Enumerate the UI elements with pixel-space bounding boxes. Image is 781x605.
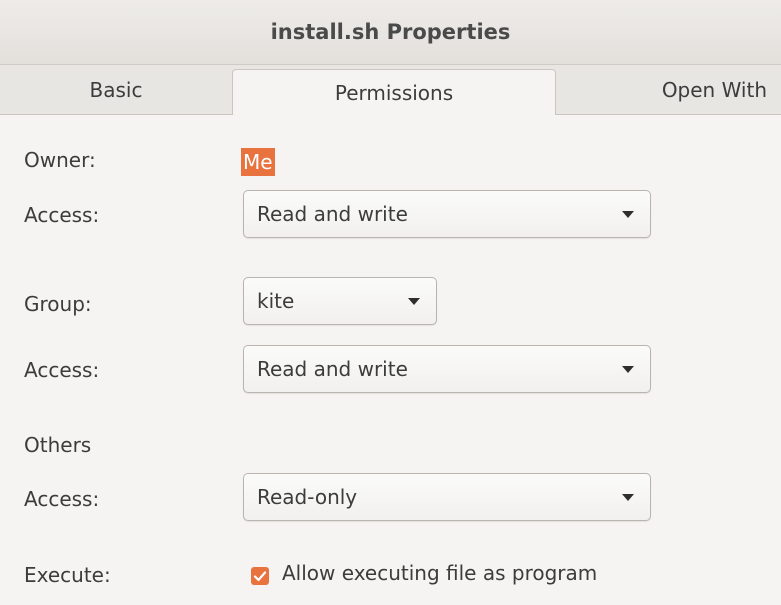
owner-access-dropdown[interactable]: Read and write: [243, 190, 651, 238]
tab-open-with[interactable]: Open With: [556, 65, 781, 114]
window-title: install.sh Properties: [270, 20, 511, 44]
group-access-value: Read and write: [257, 357, 408, 381]
others-access-label: Access:: [24, 487, 100, 511]
others-access-dropdown[interactable]: Read-only: [243, 473, 651, 521]
others-access-value: Read-only: [257, 485, 358, 509]
group-value: kite: [257, 289, 295, 313]
chevron-down-icon: [622, 494, 634, 501]
properties-window: install.sh Properties Basic Permissions …: [0, 0, 781, 605]
tab-basic[interactable]: Basic: [0, 65, 232, 114]
tab-permissions[interactable]: Permissions: [232, 69, 556, 115]
others-label: Others: [24, 433, 92, 457]
owner-access-label: Access:: [24, 203, 100, 227]
execute-checkbox[interactable]: [251, 567, 269, 585]
execute-checkbox-label[interactable]: Allow executing file as program: [282, 561, 597, 585]
tab-bar: Basic Permissions Open With: [0, 65, 781, 115]
group-access-label: Access:: [24, 358, 100, 382]
execute-label: Execute:: [24, 563, 111, 587]
owner-value: Me: [241, 148, 275, 176]
title-bar[interactable]: install.sh Properties: [0, 0, 781, 65]
group-access-dropdown[interactable]: Read and write: [243, 345, 651, 393]
chevron-down-icon: [408, 298, 420, 305]
chevron-down-icon: [622, 211, 634, 218]
checkmark-icon: [253, 571, 267, 582]
owner-access-value: Read and write: [257, 202, 408, 226]
group-dropdown[interactable]: kite: [243, 277, 437, 325]
group-label: Group:: [24, 292, 92, 316]
chevron-down-icon: [622, 366, 634, 373]
owner-label: Owner:: [24, 148, 96, 172]
